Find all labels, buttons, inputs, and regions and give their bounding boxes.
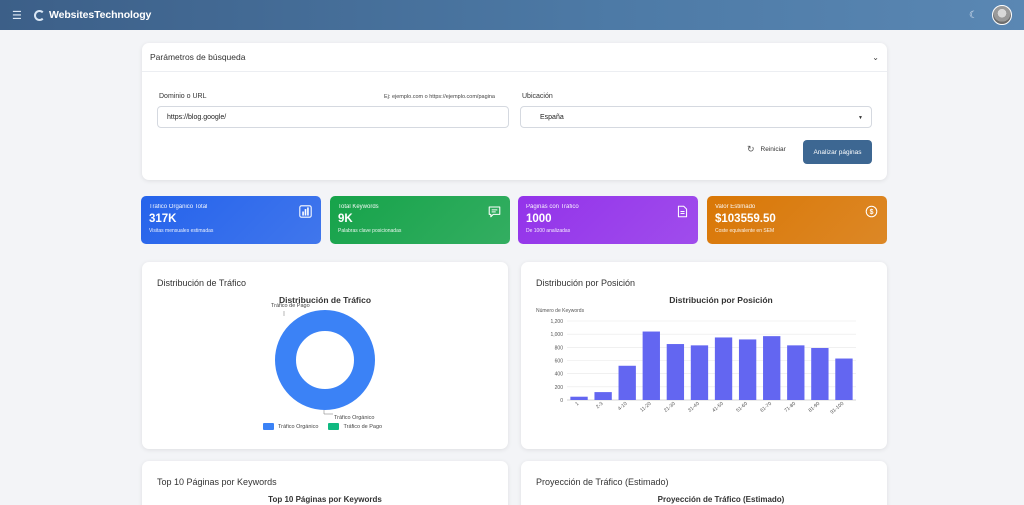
x-tick-label: 41-50: [711, 401, 725, 414]
dark-mode-icon[interactable]: ☾: [969, 10, 978, 21]
bar-chart-icon: [299, 205, 312, 218]
bar-4-10[interactable]: [618, 365, 636, 400]
stat-card-pages: Páginas con Tráfico 1000 De 1000 analiza…: [518, 196, 698, 244]
bar-91-100[interactable]: [835, 358, 853, 400]
traffic-projection-card: Proyección de Tráfico (Estimado) Proyecc…: [521, 461, 887, 505]
bar-31-40[interactable]: [690, 345, 709, 400]
domain-label: Dominio o URL: [159, 93, 207, 100]
menu-icon[interactable]: ☰: [12, 9, 26, 22]
bar-41-50[interactable]: [714, 337, 733, 400]
bar-71-80[interactable]: [787, 345, 805, 400]
stat-subtitle: De 1000 analizadas: [526, 228, 571, 234]
x-tick-label: 61-70: [759, 401, 773, 414]
top-pages-card: Top 10 Páginas por Keywords Top 10 Págin…: [142, 461, 508, 505]
traffic-distribution-card: Distribución de Tráfico Distribución de …: [142, 262, 508, 449]
y-tick-label: 600: [555, 359, 564, 365]
stat-label: Valor Estimado: [715, 204, 756, 210]
reset-button[interactable]: ↻ Reiniciar: [747, 144, 786, 155]
traffic-legend: Tráfico Orgánico Tráfico de Pago: [263, 423, 382, 430]
bar-2-3[interactable]: [594, 392, 612, 400]
x-tick-label: 2-3: [595, 401, 605, 410]
domain-input[interactable]: https://blog.google/: [157, 106, 509, 128]
message-icon: [488, 206, 501, 218]
projection-chart-title: Proyección de Tráfico (Estimado): [657, 495, 785, 504]
y-tick-label: 0: [560, 398, 563, 404]
position-bar-chart: 0 200 400 600 800 1,000 1,200 1 2-3 4-10 11-20 21-3…: [550, 319, 856, 416]
analyze-button-label: Analizar páginas: [813, 148, 862, 156]
domain-input-value: https://blog.google/: [167, 113, 227, 121]
legend-swatch-paid: [328, 423, 340, 430]
stat-label: Total Keywords: [338, 204, 379, 210]
x-tick-label: 31-40: [687, 401, 701, 414]
x-tick-label: 81-90: [808, 401, 822, 414]
brand-name: WebsitesTechnology: [49, 9, 152, 21]
stat-card-keywords: Total Keywords 9K Palabras clave posicio…: [330, 196, 510, 244]
y-tick-label: 200: [555, 385, 564, 391]
stat-value: $103559.50: [715, 213, 776, 225]
x-tick-label: 51-60: [735, 401, 749, 414]
stat-card-organic-traffic: Tráfico Orgánico Total 317K Visitas mens…: [141, 196, 321, 244]
x-tick-label: 4-10: [617, 401, 629, 412]
stat-value: 317K: [149, 213, 177, 225]
y-tick-label: 1,000: [550, 332, 563, 338]
reset-button-label: Reiniciar: [760, 146, 786, 153]
y-tick-label: 1,200: [550, 319, 563, 325]
stat-subtitle: Coste equivalente en SEM: [715, 228, 775, 234]
avatar[interactable]: [992, 5, 1012, 25]
x-tick-label: 71-80: [783, 401, 797, 414]
document-icon: [677, 205, 688, 218]
location-label: Ubicación: [522, 93, 553, 100]
legend-swatch-organic: [263, 423, 274, 430]
stat-label: Páginas con Tráfico: [526, 204, 579, 210]
brand-logo-icon: [34, 9, 45, 21]
stat-label: Tráfico Orgánico Total: [149, 204, 208, 210]
y-tick-label: 400: [555, 372, 564, 378]
x-tick-label: 1: [574, 401, 580, 408]
dollar-icon: $: [865, 205, 878, 218]
bar-51-60[interactable]: [738, 339, 757, 400]
top-navbar: ☰ WebsitesTechnology ☾: [0, 0, 1024, 30]
x-tick-label: 91-100: [829, 401, 845, 416]
stat-card-estimated-value: Valor Estimado $103559.50 Coste equivale…: [707, 196, 887, 244]
search-parameters-card: Parámetros de búsqueda ⌄ Dominio o URL E…: [142, 43, 887, 180]
chevron-down-icon[interactable]: ⌄: [872, 53, 879, 62]
refresh-icon: ↻: [747, 144, 755, 154]
legend-label-organic[interactable]: Tráfico Orgánico: [278, 424, 318, 430]
legend-label-paid[interactable]: Tráfico de Pago: [343, 424, 382, 430]
bar-61-70[interactable]: [763, 336, 781, 400]
bar-81-90[interactable]: [811, 347, 829, 400]
bar-21-30[interactable]: [666, 344, 685, 400]
stat-value: 1000: [526, 213, 552, 225]
location-select[interactable]: España ▼: [520, 106, 872, 128]
projection-card-title: Proyección de Tráfico (Estimado): [536, 477, 669, 487]
bar-1[interactable]: [570, 396, 588, 400]
pie-slice-organic[interactable]: [275, 310, 375, 410]
stat-subtitle: Palabras clave posicionadas: [338, 228, 402, 234]
search-parameters-header[interactable]: Parámetros de búsqueda ⌄: [142, 43, 887, 72]
y-tick-label: 800: [555, 345, 564, 351]
traffic-pie-chart: [275, 310, 375, 415]
stat-subtitle: Visitas mensuales estimadas: [149, 228, 214, 234]
top-pages-chart-title: Top 10 Páginas por Keywords: [268, 495, 382, 504]
location-select-value: España: [540, 113, 564, 121]
search-parameters-title: Parámetros de búsqueda: [150, 52, 246, 62]
stat-value: 9K: [338, 213, 353, 225]
x-tick-label: 11-20: [639, 401, 653, 414]
position-distribution-card: Distribución por Posición Distribución p…: [521, 262, 887, 449]
caret-down-icon: ▼: [858, 115, 863, 121]
svg-text:$: $: [870, 209, 874, 216]
domain-hint: Ej: ejemplo.com o https://ejemplo.com/pa…: [384, 94, 495, 100]
x-tick-label: 21-30: [663, 401, 677, 414]
brand[interactable]: WebsitesTechnology: [34, 9, 151, 21]
analyze-button[interactable]: Analizar páginas: [803, 140, 872, 164]
top-pages-card-title: Top 10 Páginas por Keywords: [157, 477, 277, 487]
bar-11-20[interactable]: [642, 331, 660, 400]
